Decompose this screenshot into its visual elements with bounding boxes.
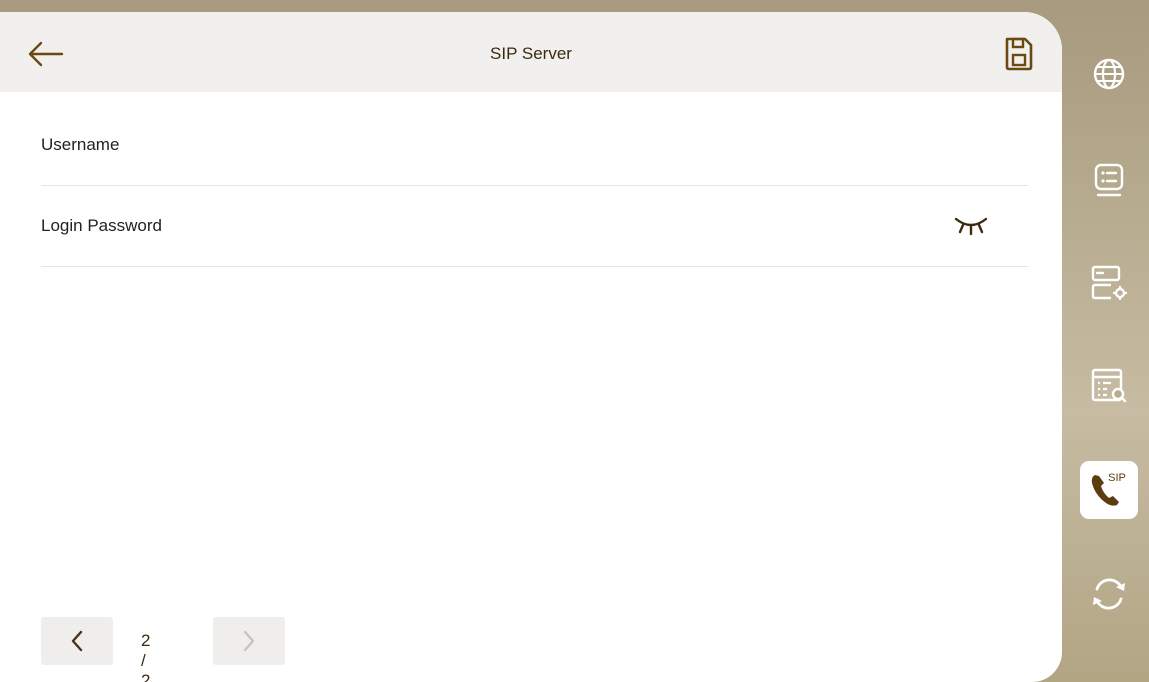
search-log-icon — [1091, 368, 1127, 403]
sidebar-item-list[interactable] — [1080, 152, 1138, 210]
sidebar-item-server-settings[interactable] — [1080, 254, 1138, 312]
next-page-button[interactable] — [213, 617, 285, 665]
sidebar-item-sync[interactable] — [1080, 565, 1138, 623]
globe-icon — [1093, 58, 1125, 90]
sync-icon — [1093, 578, 1125, 610]
sidebar-item-search-log[interactable] — [1080, 357, 1138, 415]
sip-phone-icon: SIP — [1091, 472, 1126, 506]
save-icon — [1005, 37, 1033, 71]
server-settings-icon — [1091, 265, 1127, 300]
login-password-label: Login Password — [41, 216, 162, 235]
page-indicator: 2 / 2 — [141, 631, 151, 682]
sip-label: SIP — [1108, 472, 1126, 484]
save-button[interactable] — [997, 32, 1041, 76]
main-panel: SIP Server Username Login Password 2 / 2 — [0, 12, 1062, 682]
sidebar-item-network[interactable] — [1080, 45, 1138, 103]
list-icon — [1094, 163, 1124, 197]
login-password-field[interactable]: Login Password — [41, 186, 1028, 267]
chevron-right-icon — [243, 630, 255, 652]
username-field[interactable]: Username — [41, 105, 1028, 186]
prev-page-button[interactable] — [41, 617, 113, 665]
username-label: Username — [41, 135, 120, 154]
sidebar-item-sip[interactable]: SIP — [1080, 461, 1138, 519]
eye-closed-icon[interactable] — [954, 215, 988, 237]
page-title: SIP Server — [490, 44, 572, 63]
chevron-left-icon — [71, 630, 83, 652]
header-bar: SIP Server — [0, 12, 1062, 92]
